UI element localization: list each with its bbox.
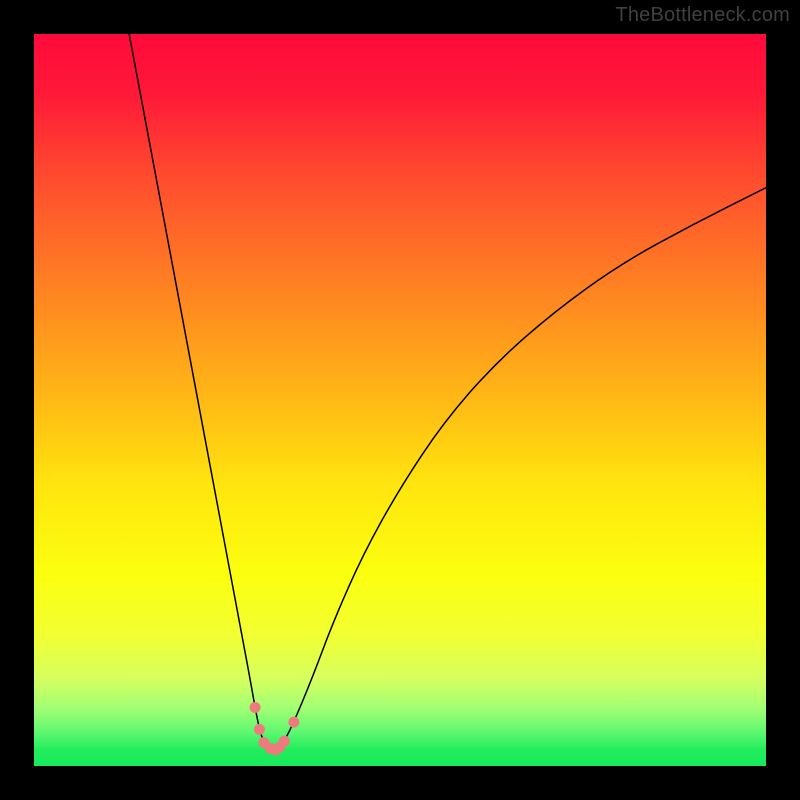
data-point (250, 702, 261, 713)
chart-frame: TheBottleneck.com (0, 0, 800, 800)
data-point (288, 717, 299, 728)
watermark-text: TheBottleneck.com (615, 4, 790, 27)
chart-svg (34, 34, 766, 766)
data-point (279, 736, 290, 747)
chart-background (34, 34, 766, 766)
data-point (254, 724, 265, 735)
